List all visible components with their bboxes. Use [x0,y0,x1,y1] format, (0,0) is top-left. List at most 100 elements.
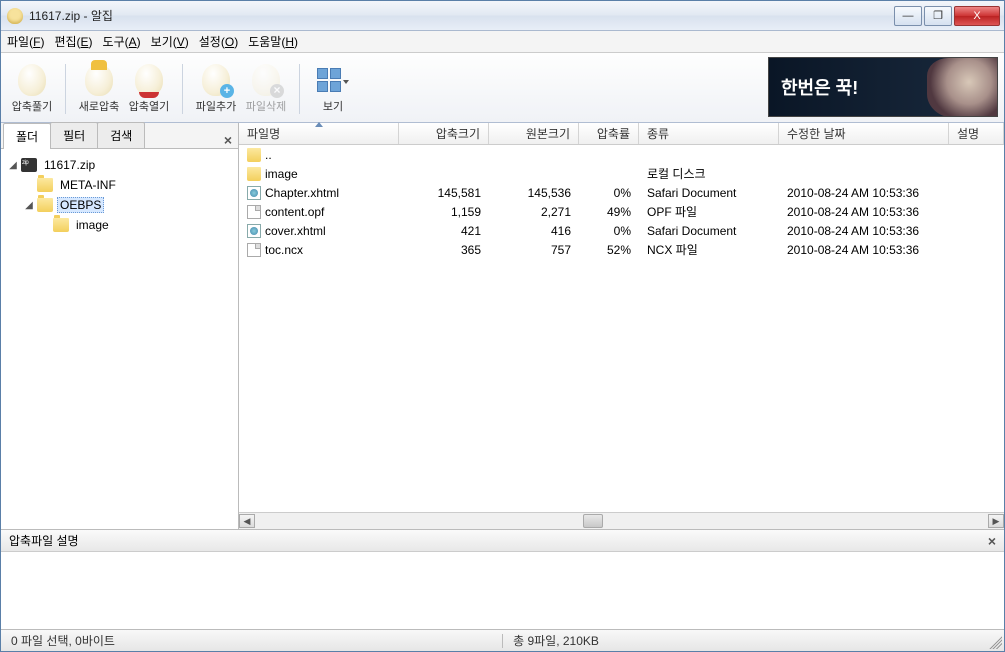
table-row[interactable]: Chapter.xhtml145,581145,5360%Safari Docu… [239,183,1004,202]
scroll-left-icon[interactable]: ◀ [239,514,255,528]
toolbar-separator [182,64,183,114]
window-frame: 11617.zip - 알집 — ❐ X 파일(F) 편집(E) 도구(A) 보… [0,0,1005,652]
file-name: cover.xhtml [265,224,326,238]
cell-csize: 421 [399,224,489,238]
toolbar-separator [65,64,66,114]
table-row[interactable]: content.opf 1,1592,27149%OPF 파일2010-08-24… [239,202,1004,221]
file-list[interactable]: .. image 로컬 디스크Chapter.xhtml145,581145,536… [239,145,1004,512]
titlebar[interactable]: 11617.zip - 알집 — ❐ X [1,1,1004,31]
ad-banner[interactable]: 한번은 꾹! [768,57,998,117]
egg-neck-icon [135,64,163,96]
app-icon [7,8,23,24]
web-icon [247,224,261,238]
horizontal-scrollbar[interactable]: ◀ ▶ [239,512,1004,529]
maximize-button[interactable]: ❐ [924,6,952,26]
cell-csize: 1,159 [399,205,489,219]
cell-date: 2010-08-24 AM 10:53:36 [779,186,949,200]
zip-icon [21,158,37,172]
cell-ratio: 49% [579,205,639,219]
folder-tree[interactable]: ◢ 11617.zip META-INF ◢ OEBPS image [1,149,238,529]
cell-osize: 757 [489,243,579,257]
tree-node-image[interactable]: image [5,215,234,235]
col-header-name[interactable]: 파일명 [239,123,399,144]
cell-osize: 416 [489,224,579,238]
cell-osize: 145,536 [489,186,579,200]
file-name: .. [265,148,272,162]
menu-tools[interactable]: 도구(A) [103,33,141,50]
folder-icon [247,167,261,181]
cell-type: OPF 파일 [639,203,779,220]
status-selection: 0 파일 선택, 0바이트 [1,632,125,649]
scroll-right-icon[interactable]: ▶ [988,514,1004,528]
window-title: 11617.zip - 알집 [29,7,894,24]
tree-collapse-icon[interactable]: ◢ [7,159,19,171]
tab-search[interactable]: 검색 [97,122,145,148]
toolbar-separator [299,64,300,114]
col-header-csize[interactable]: 압축크기 [399,123,489,144]
close-button[interactable]: X [954,6,1000,26]
col-header-date[interactable]: 수정한 날짜 [779,123,949,144]
extract-button[interactable]: 압축풀기 [7,61,57,117]
grid-icon [317,68,341,92]
description-title: 압축파일 설명 [9,532,79,549]
ad-text: 한번은 꾹! [781,74,858,100]
cell-osize: 2,271 [489,205,579,219]
doc-icon [247,243,261,257]
tree-node-oebps[interactable]: ◢ OEBPS [5,195,234,215]
egg-delete-icon [252,64,280,96]
file-name: content.opf [265,205,324,219]
col-header-ratio[interactable]: 압축률 [579,123,639,144]
statusbar: 0 파일 선택, 0바이트 총 9파일, 210KB [1,629,1004,651]
view-mode-button[interactable]: 보기 [308,61,358,117]
tree-node-root[interactable]: ◢ 11617.zip [5,155,234,175]
col-header-type[interactable]: 종류 [639,123,779,144]
tab-folder[interactable]: 폴더 [3,123,51,149]
new-archive-button[interactable]: 새로압축 [74,61,124,117]
cell-type: NCX 파일 [639,241,779,258]
list-header: 파일명 압축크기 원본크기 압축률 종류 수정한 날짜 설명 [239,123,1004,145]
main-area: 폴더 필터 검색 × ◢ 11617.zip META-INF ◢ [1,123,1004,529]
description-panel: 압축파일 설명 × [1,529,1004,629]
menu-file[interactable]: 파일(F) [7,33,44,50]
minimize-button[interactable]: — [894,6,922,26]
window-controls: — ❐ X [894,6,1000,26]
web-icon [247,186,261,200]
table-row[interactable]: cover.xhtml4214160%Safari Document2010-0… [239,221,1004,240]
egg-hat-icon [85,64,113,96]
col-header-osize[interactable]: 원본크기 [489,123,579,144]
table-row[interactable]: toc.ncx36575752%NCX 파일2010-08-24 AM 10:5… [239,240,1004,259]
menu-edit[interactable]: 편집(E) [54,33,92,50]
cell-date: 2010-08-24 AM 10:53:36 [779,205,949,219]
tab-filter[interactable]: 필터 [50,122,98,148]
delete-file-button: 파일삭제 [241,61,291,117]
file-name: image [265,167,298,181]
menu-help[interactable]: 도움말(H) [248,33,298,50]
cell-ratio: 0% [579,224,639,238]
sidebar: 폴더 필터 검색 × ◢ 11617.zip META-INF ◢ [1,123,239,529]
tree-node-metainf[interactable]: META-INF [5,175,234,195]
table-row[interactable]: .. [239,145,1004,164]
add-file-button[interactable]: 파일추가 [191,61,241,117]
menubar: 파일(F) 편집(E) 도구(A) 보기(V) 설정(O) 도움말(H) [1,31,1004,53]
chevron-down-icon [343,80,349,84]
toolbar: 압축풀기 새로압축 압축열기 파일추가 파일삭제 [1,53,1004,123]
col-header-desc[interactable]: 설명 [949,123,1004,144]
folder-icon [247,148,261,162]
resize-grip-icon[interactable] [986,633,1002,649]
tree-collapse-icon[interactable]: ◢ [23,199,35,211]
open-archive-button[interactable]: 압축열기 [124,61,174,117]
cell-ratio: 52% [579,243,639,257]
scroll-thumb[interactable] [583,514,603,528]
cell-ratio: 0% [579,186,639,200]
menu-view[interactable]: 보기(V) [151,33,189,50]
egg-icon [18,64,46,96]
description-body [1,552,1004,629]
cell-type: Safari Document [639,186,779,200]
menu-settings[interactable]: 설정(O) [199,33,238,50]
cell-type: 로컬 디스크 [639,165,779,182]
sidebar-tabs: 폴더 필터 검색 × [1,123,238,149]
table-row[interactable]: image 로컬 디스크 [239,164,1004,183]
sidebar-close-icon[interactable]: × [224,132,232,148]
folder-icon [37,198,53,212]
description-close-icon[interactable]: × [988,533,996,549]
